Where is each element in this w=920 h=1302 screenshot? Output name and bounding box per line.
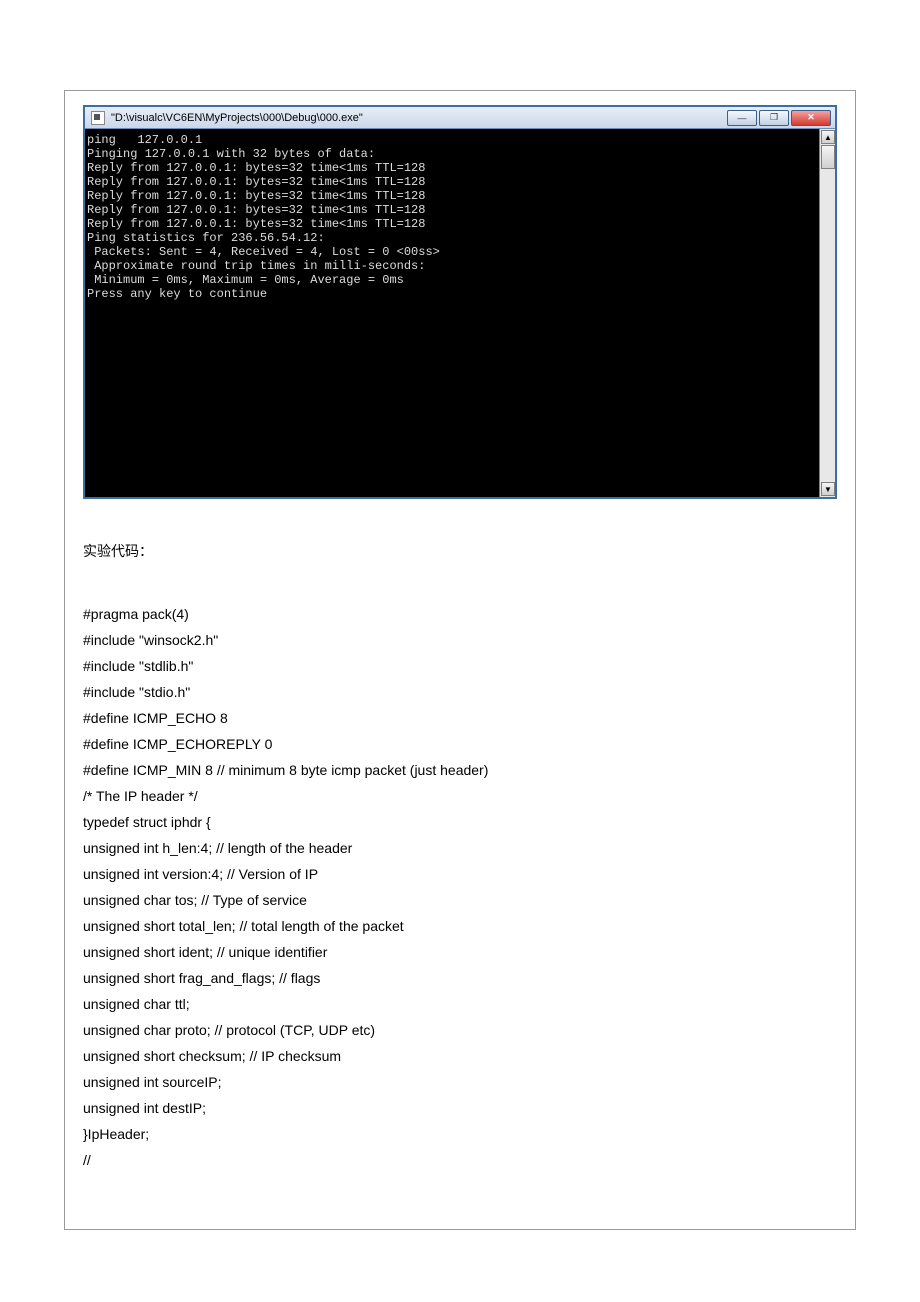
code-line: }IpHeader; bbox=[83, 1121, 837, 1147]
title-buttons: — ❐ ✕ bbox=[725, 110, 831, 126]
console-output: ping 127.0.0.1 Pinging 127.0.0.1 with 32… bbox=[85, 129, 819, 497]
code-line: #define ICMP_ECHOREPLY 0 bbox=[83, 731, 837, 757]
console-window: "D:\visualc\VC6EN\MyProjects\000\Debug\0… bbox=[83, 105, 837, 499]
title-left: "D:\visualc\VC6EN\MyProjects\000\Debug\0… bbox=[91, 111, 363, 125]
section-heading: 实验代码： bbox=[83, 541, 837, 561]
window-title: "D:\visualc\VC6EN\MyProjects\000\Debug\0… bbox=[111, 112, 363, 124]
code-line: #define ICMP_MIN 8 // minimum 8 byte icm… bbox=[83, 757, 837, 783]
close-button[interactable]: ✕ bbox=[791, 110, 831, 126]
code-line: unsigned char ttl; bbox=[83, 991, 837, 1017]
scroll-thumb[interactable] bbox=[821, 145, 835, 169]
scrollbar[interactable]: ▲ ▼ bbox=[819, 129, 835, 497]
code-line: #pragma pack(4) bbox=[83, 601, 837, 627]
code-line: unsigned int sourceIP; bbox=[83, 1069, 837, 1095]
code-line: unsigned short frag_and_flags; // flags bbox=[83, 965, 837, 991]
code-line: unsigned short total_len; // total lengt… bbox=[83, 913, 837, 939]
code-line: #define ICMP_ECHO 8 bbox=[83, 705, 837, 731]
title-bar: "D:\visualc\VC6EN\MyProjects\000\Debug\0… bbox=[85, 107, 835, 129]
minimize-button[interactable]: — bbox=[727, 110, 757, 126]
console-body: ping 127.0.0.1 Pinging 127.0.0.1 with 32… bbox=[85, 129, 835, 497]
code-line: unsigned int destIP; bbox=[83, 1095, 837, 1121]
scroll-up-icon[interactable]: ▲ bbox=[821, 130, 835, 144]
code-line: // bbox=[83, 1147, 837, 1173]
code-line: unsigned int version:4; // Version of IP bbox=[83, 861, 837, 887]
scroll-down-icon[interactable]: ▼ bbox=[821, 482, 835, 496]
code-line: unsigned short ident; // unique identifi… bbox=[83, 939, 837, 965]
code-line: #include "winsock2.h" bbox=[83, 627, 837, 653]
scroll-track[interactable] bbox=[820, 170, 835, 481]
code-line: /* The IP header */ bbox=[83, 783, 837, 809]
code-line: unsigned char tos; // Type of service bbox=[83, 887, 837, 913]
code-line: unsigned short checksum; // IP checksum bbox=[83, 1043, 837, 1069]
app-icon bbox=[91, 111, 105, 125]
code-line: unsigned char proto; // protocol (TCP, U… bbox=[83, 1017, 837, 1043]
maximize-button[interactable]: ❐ bbox=[759, 110, 789, 126]
code-line: unsigned int h_len:4; // length of the h… bbox=[83, 835, 837, 861]
code-line: #include "stdio.h" bbox=[83, 679, 837, 705]
code-line: typedef struct iphdr { bbox=[83, 809, 837, 835]
code-block: #pragma pack(4)#include "winsock2.h"#inc… bbox=[83, 601, 837, 1173]
code-line: #include "stdlib.h" bbox=[83, 653, 837, 679]
page-container: "D:\visualc\VC6EN\MyProjects\000\Debug\0… bbox=[64, 90, 856, 1230]
